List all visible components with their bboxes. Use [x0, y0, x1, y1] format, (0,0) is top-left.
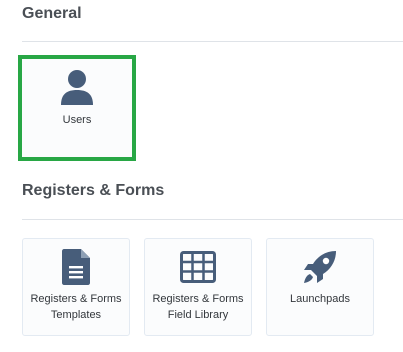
registers-forms-divider — [22, 219, 403, 220]
general-divider — [22, 41, 403, 42]
general-section-title: General — [22, 5, 82, 22]
user-icon — [61, 70, 93, 105]
tile-users[interactable]: Users — [18, 55, 136, 161]
tile-field-library-label: Registers & Forms Field Library — [152, 293, 244, 321]
tile-launchpads-label: Launchpads — [290, 293, 350, 305]
rocket-icon — [304, 251, 336, 283]
table-icon — [180, 251, 216, 283]
tile-registers-forms-templates[interactable]: Registers & Forms Templates — [22, 238, 130, 336]
tile-templates-label: Registers & Forms Templates — [30, 293, 122, 321]
registers-forms-section-title: Registers & Forms — [22, 182, 165, 199]
tile-field-library[interactable]: Registers & Forms Field Library — [144, 238, 252, 336]
document-icon — [62, 249, 90, 285]
tile-launchpads[interactable]: Launchpads — [266, 238, 374, 336]
tile-users-label: Users — [62, 114, 92, 126]
